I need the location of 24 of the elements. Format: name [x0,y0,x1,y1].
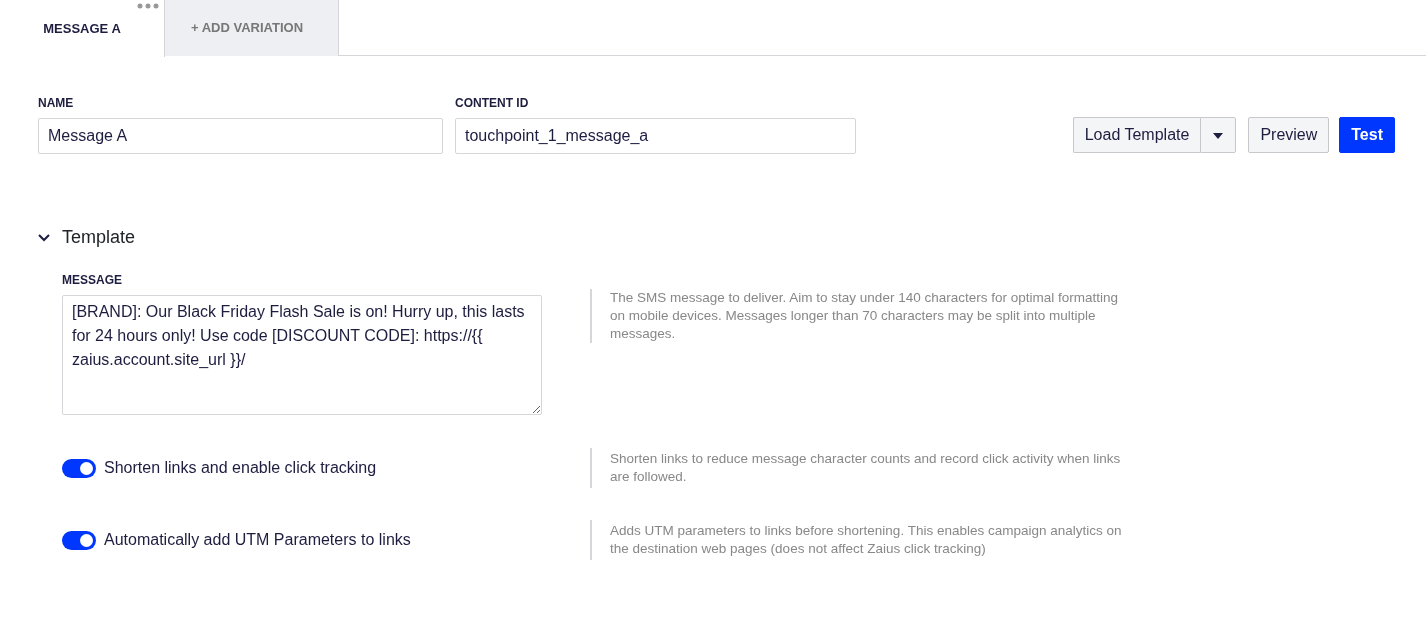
input-field[interactable]: Message A [38,118,443,154]
help-text: Shorten links to reduce message character counts and record click activity when links are followed. [590,448,1130,488]
tab[interactable]: MESSAGE A [0,0,165,57]
section-toggle[interactable]: Template [38,224,136,251]
section-title: Template [62,226,136,249]
toggle-switch[interactable] [62,530,96,550]
tab[interactable]: + ADD VARIATION [165,0,339,56]
input-field[interactable]: touchpoint_1_message_a [455,118,856,154]
dropdown-button[interactable] [1200,117,1237,153]
toggle-label: Automatically add UTM Parameters to links [104,530,411,550]
caret-icon [1213,132,1224,139]
field-label: NAME [38,95,75,112]
help-text: The SMS message to deliver. Aim to stay under 140 characters for optimal formatting on mobile devices. Messages longer than 70 characters may be split into multiple messages. [590,289,1130,343]
more-icon[interactable] [137,3,159,9]
chevron-icon [38,233,50,242]
preview-button[interactable]: Preview [1248,117,1330,153]
field-label: MESSAGE [62,272,123,289]
test-button[interactable]: Test [1339,117,1395,153]
help-text: Adds UTM parameters to links before shortening. This enables campaign analytics on the destination web pages (does not affect Zaius click tracking) [590,520,1130,560]
toggle-label: Shorten links and enable click tracking [104,458,377,478]
load-template-button[interactable]: Load Template [1072,117,1201,153]
message-field[interactable]: [BRAND]: Our Black Friday Flash Sale is on! Hurry up, this lasts for 24 hours only! Use code [DISCOUNT CODE]: https://{{ zaius.account.site_url }}/ [62,295,542,415]
toggle-switch[interactable] [62,458,96,478]
field-label: CONTENT ID [455,95,530,112]
